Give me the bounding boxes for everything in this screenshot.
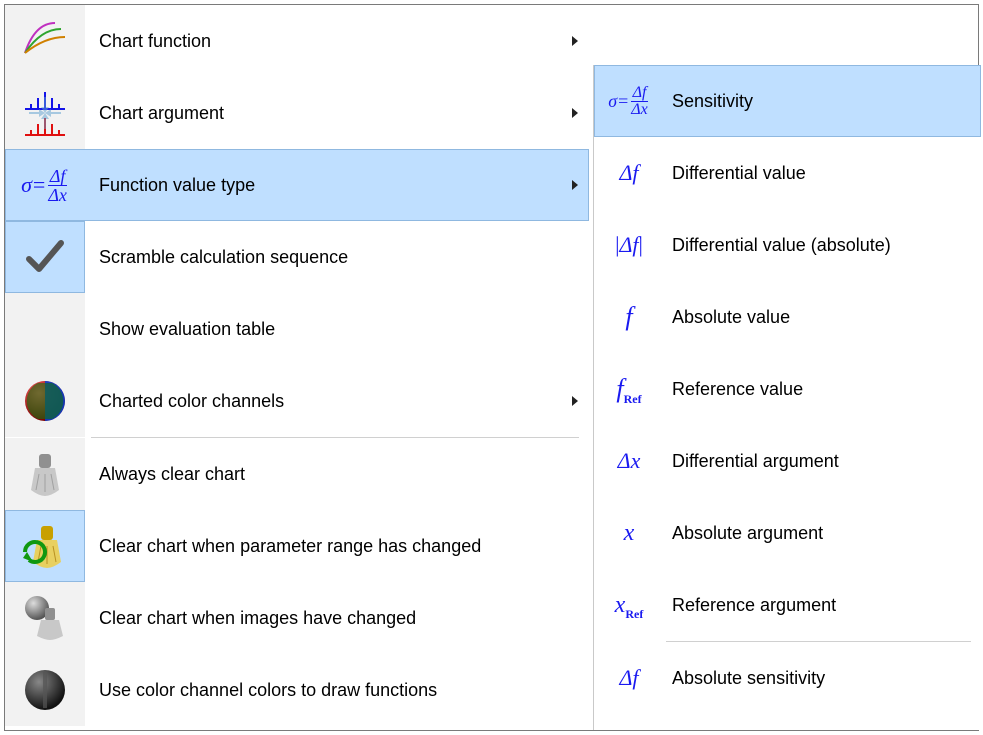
- menu-item-function-value-type[interactable]: σ= ΔfΔx Function value type: [5, 149, 589, 221]
- menu-item-chart-argument[interactable]: Chart argument: [5, 77, 589, 149]
- main-menu: Chart function: [5, 5, 589, 730]
- dark-sphere-icon: [5, 654, 85, 726]
- menu-item-charted-color-channels[interactable]: Charted color channels: [5, 365, 589, 437]
- menu-label: Scramble calculation sequence: [99, 247, 348, 268]
- chart-argument-icon: [5, 77, 85, 149]
- menu-item-chart-function[interactable]: Chart function: [5, 5, 589, 77]
- submenu-arrow-icon: [572, 396, 578, 406]
- delta-f-icon: Δf: [594, 642, 664, 714]
- menu-label: Show evaluation table: [99, 319, 275, 340]
- menu-label: Clear chart when images have changed: [99, 608, 416, 629]
- submenu-label: Differential value: [672, 163, 806, 183]
- submenu-item-sensitivity[interactable]: σ= ΔfΔx Sensitivity: [594, 65, 981, 137]
- menu-item-show-evaluation-table[interactable]: Show evaluation table: [5, 293, 589, 365]
- submenu-item-differential-argument[interactable]: Δx Differential argument: [594, 425, 981, 497]
- brush-refresh-icon: [5, 510, 85, 582]
- f-ref-icon: fRef: [594, 353, 664, 425]
- submenu-item-absolute-sensitivity[interactable]: Δf Absolute sensitivity: [594, 642, 981, 714]
- menu-label: Clear chart when parameter range has cha…: [99, 536, 481, 557]
- menu-item-clear-on-images[interactable]: Clear chart when images have changed: [5, 582, 589, 654]
- chart-function-icon: [5, 5, 85, 77]
- menu-label: Always clear chart: [99, 464, 245, 485]
- brush-sphere-gray-icon: [5, 582, 85, 654]
- submenu-item-reference-value[interactable]: fRef Reference value: [594, 353, 981, 425]
- submenu-label: Reference value: [672, 379, 803, 399]
- checkmark-icon: [5, 221, 85, 293]
- menu-label: Use color channel colors to draw functio…: [99, 680, 437, 701]
- submenu-label: Absolute argument: [672, 523, 823, 543]
- menu-label: Function value type: [99, 175, 255, 196]
- submenu-arrow-icon: [572, 36, 578, 46]
- menu-item-clear-on-param-range[interactable]: Clear chart when parameter range has cha…: [5, 510, 589, 582]
- delta-f-icon: Δf: [594, 137, 664, 209]
- delta-x-icon: Δx: [594, 425, 664, 497]
- submenu-item-absolute-argument[interactable]: x Absolute argument: [594, 497, 981, 569]
- submenu-function-value-type: σ= ΔfΔx Sensitivity Δf Differential valu…: [593, 65, 981, 730]
- menu-label: Chart function: [99, 31, 211, 52]
- color-sphere-icon: [5, 365, 85, 437]
- x-ref-icon: xRef: [594, 569, 664, 641]
- submenu-label: Sensitivity: [672, 91, 753, 111]
- menu-label: Charted color channels: [99, 391, 284, 412]
- submenu-label: Absolute sensitivity: [672, 668, 825, 688]
- submenu-label: Reference argument: [672, 595, 836, 615]
- sigma-fraction-icon: σ= ΔfΔx: [594, 65, 664, 137]
- submenu-label: Absolute value: [672, 307, 790, 327]
- sensitivity-formula-icon: σ= ΔfΔx: [5, 149, 85, 221]
- menu-item-always-clear-chart[interactable]: Always clear chart: [5, 438, 589, 510]
- f-icon: f: [594, 281, 664, 353]
- submenu-arrow-icon: [572, 180, 578, 190]
- submenu-label: Differential value (absolute): [672, 235, 891, 255]
- blank-icon: [5, 293, 85, 365]
- submenu-item-differential-value[interactable]: Δf Differential value: [594, 137, 981, 209]
- submenu-item-absolute-value[interactable]: f Absolute value: [594, 281, 981, 353]
- submenu-arrow-icon: [572, 108, 578, 118]
- submenu-item-differential-value-abs[interactable]: |Δf| Differential value (absolute): [594, 209, 981, 281]
- submenu-item-reference-argument[interactable]: xRef Reference argument: [594, 569, 981, 641]
- menu-label: Chart argument: [99, 103, 224, 124]
- x-icon: x: [594, 497, 664, 569]
- context-menu-container: Chart function: [4, 4, 979, 731]
- abs-delta-f-icon: |Δf|: [594, 209, 664, 281]
- submenu-label: Differential argument: [672, 451, 839, 471]
- menu-item-use-color-channel-colors[interactable]: Use color channel colors to draw functio…: [5, 654, 589, 726]
- menu-item-scramble-sequence[interactable]: Scramble calculation sequence: [5, 221, 589, 293]
- brush-gray-icon: [5, 438, 85, 510]
